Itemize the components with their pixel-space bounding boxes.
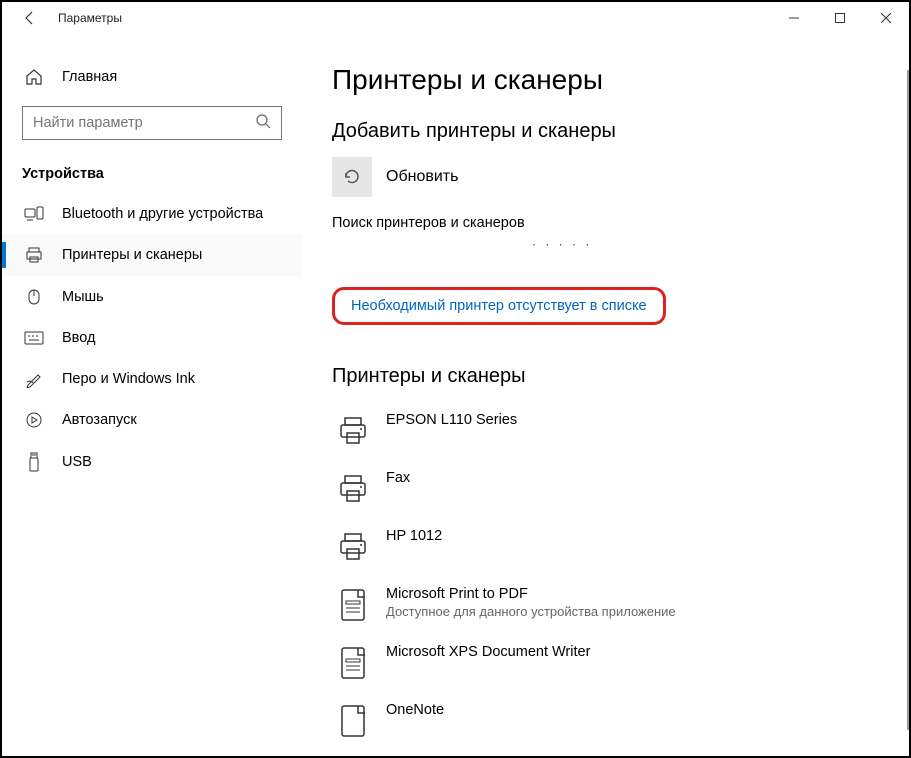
pen-icon [22,370,46,388]
category-header: Устройства [2,144,302,194]
settings-window: Параметры Главная [2,2,909,756]
nav-label: Принтеры и сканеры [62,247,202,263]
device-label: Fax [386,470,410,486]
searching-text: Поиск принтеров и сканеров [332,215,869,231]
printer-icon [332,526,374,568]
nav-label: USB [62,454,92,470]
highlight-box: Необходимый принтер отсутствует в списке [332,287,666,325]
search-box[interactable] [22,106,282,140]
refresh-label: Обновить [386,168,458,186]
minimize-button[interactable] [771,2,817,34]
device-item[interactable]: Microsoft Print to PDF Доступное для дан… [332,576,869,634]
refresh-button[interactable]: Обновить [332,157,869,197]
nav-pen[interactable]: Перо и Windows Ink [2,358,302,400]
nav-label: Bluetooth и другие устройства [62,206,263,222]
device-item[interactable]: OneNote [332,692,869,750]
close-button[interactable] [863,2,909,34]
document-icon [332,700,374,742]
printer-icon [332,410,374,452]
document-icon [332,642,374,684]
nav-usb[interactable]: USB [2,440,302,484]
mouse-icon [22,288,46,306]
device-label: HP 1012 [386,528,442,544]
device-item[interactable]: Fax [332,460,869,518]
search-input[interactable] [33,115,255,131]
printer-not-listed-link[interactable]: Необходимый принтер отсутствует в списке [351,298,647,314]
home-nav[interactable]: Главная [2,58,302,96]
printer-icon [332,468,374,510]
device-item[interactable]: EPSON L110 Series [332,402,869,460]
main-content: Принтеры и сканеры Добавить принтеры и с… [302,34,909,756]
progress-dots: · · · · · [532,237,869,251]
nav-autoplay[interactable]: Автозапуск [2,400,302,440]
document-icon [332,584,374,626]
nav-mouse[interactable]: Мышь [2,276,302,318]
sidebar: Главная Устройства Bluetooth и другие ус… [2,34,302,756]
device-label: Microsoft XPS Document Writer [386,644,590,660]
scrollbar[interactable] [907,70,909,730]
device-sublabel: Доступное для данного устройства приложе… [386,604,676,619]
search-icon [255,113,271,134]
maximize-button[interactable] [817,2,863,34]
add-section-header: Добавить принтеры и сканеры [332,120,869,143]
keyboard-icon [22,331,46,345]
nav-label: Ввод [62,330,95,346]
device-item[interactable]: Microsoft XPS Document Writer [332,634,869,692]
list-section-header: Принтеры и сканеры [332,365,869,388]
device-label: Microsoft Print to PDF [386,586,676,602]
nav-label: Перо и Windows Ink [62,371,195,387]
devices-icon [22,206,46,222]
nav-label: Автозапуск [62,412,137,428]
nav-printers[interactable]: Принтеры и сканеры [2,234,302,276]
usb-icon [22,452,46,472]
titlebar: Параметры [2,2,909,34]
home-icon [22,68,46,86]
home-label: Главная [62,69,117,85]
printer-icon [22,246,46,264]
device-item[interactable]: HP 1012 [332,518,869,576]
device-label: EPSON L110 Series [386,412,517,428]
page-title: Принтеры и сканеры [332,64,869,96]
device-label: OneNote [386,702,444,718]
autoplay-icon [22,412,46,428]
nav-label: Мышь [62,289,104,305]
window-title: Параметры [58,11,122,25]
nav-bluetooth[interactable]: Bluetooth и другие устройства [2,194,302,234]
back-button[interactable] [10,2,50,34]
refresh-icon [332,157,372,197]
nav-typing[interactable]: Ввод [2,318,302,358]
